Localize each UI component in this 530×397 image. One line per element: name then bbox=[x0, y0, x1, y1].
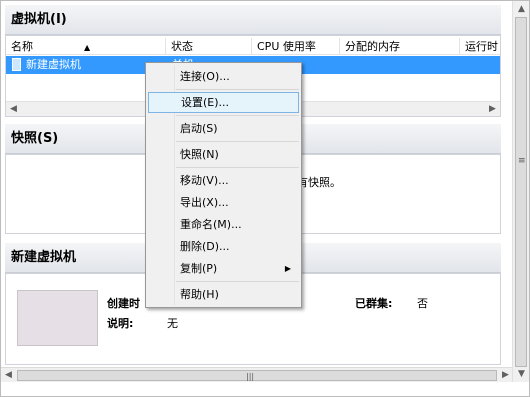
column-name-label: 名称 bbox=[11, 40, 33, 53]
menu-separator bbox=[176, 89, 299, 90]
column-name-header[interactable]: 名称 ▲ bbox=[6, 38, 166, 55]
arrow-right-icon[interactable]: ▶ bbox=[498, 368, 513, 383]
grip-icon: ≡ bbox=[518, 156, 526, 166]
vscroll-thumb[interactable]: ≡ bbox=[515, 17, 527, 367]
pane-hscrollbar[interactable]: ◀ ||| ▶ bbox=[1, 367, 513, 382]
arrow-down-icon[interactable]: ▼ bbox=[513, 366, 530, 382]
menu-item-export[interactable]: 导出(X)... bbox=[148, 192, 299, 213]
virtual-machine-icon bbox=[12, 58, 21, 71]
menu-separator bbox=[176, 141, 299, 142]
menu-item-settings[interactable]: 设置(E)... bbox=[148, 92, 299, 113]
menu-item-label: 连接(O)... bbox=[180, 70, 230, 83]
arrow-left-icon[interactable]: ◀ bbox=[1, 368, 16, 383]
menu-item-label: 复制(P) bbox=[180, 262, 218, 275]
column-uptime-label: 运行时 bbox=[465, 40, 498, 53]
menu-item-label: 重命名(M)... bbox=[180, 218, 242, 231]
menu-item-label: 删除(D)... bbox=[180, 240, 230, 253]
snapshot-section-title: 快照(S) bbox=[11, 131, 59, 146]
column-memory-header[interactable]: 分配的内存 bbox=[340, 38, 460, 55]
menu-item-label: 移动(V)... bbox=[180, 174, 229, 187]
menu-item-label: 导出(X)... bbox=[180, 196, 229, 209]
menu-separator bbox=[176, 115, 299, 116]
pane-vscrollbar[interactable]: ▲ ≡ ▼ bbox=[512, 1, 529, 382]
hyperv-manager-pane: 虚拟机(I) 名称 ▲ 状态 CPU 使用率 分配的内存 运行时 新建虚拟机 关… bbox=[0, 0, 530, 397]
created-label: 创建时 bbox=[107, 297, 140, 310]
arrow-left-icon[interactable]: ◀ bbox=[6, 102, 21, 117]
details-section-title: 新建虚拟机 bbox=[11, 250, 77, 265]
menu-item-start[interactable]: 启动(S) bbox=[148, 118, 299, 139]
context-menu: 连接(O)... 设置(E)... 启动(S) 快照(N) 移动(V)... 导… bbox=[145, 62, 302, 308]
menu-item-snapshot[interactable]: 快照(N) bbox=[148, 144, 299, 165]
menu-item-label: 快照(N) bbox=[180, 148, 219, 161]
vm-thumbnail[interactable] bbox=[17, 290, 98, 346]
hscroll-thumb[interactable]: ||| bbox=[17, 370, 497, 381]
menu-item-label: 启动(S) bbox=[180, 122, 218, 135]
column-memory-label: 分配的内存 bbox=[345, 40, 400, 53]
menu-item-label: 帮助(H) bbox=[180, 288, 219, 301]
menu-item-move[interactable]: 移动(V)... bbox=[148, 170, 299, 191]
notes-label: 说明: bbox=[107, 317, 134, 330]
clustered-value: 否 bbox=[417, 297, 428, 310]
menu-item-replicate[interactable]: 复制(P) ▶ bbox=[148, 258, 299, 279]
menu-item-delete[interactable]: 删除(D)... bbox=[148, 236, 299, 257]
vm-section-title: 虚拟机(I) bbox=[11, 12, 67, 27]
column-status-header[interactable]: 状态 bbox=[166, 38, 252, 55]
arrow-right-icon[interactable]: ▶ bbox=[485, 102, 500, 117]
vm-section-header: 虚拟机(I) bbox=[5, 5, 501, 35]
vm-list-column-header: 名称 ▲ 状态 CPU 使用率 分配的内存 运行时 bbox=[6, 38, 500, 55]
menu-item-rename[interactable]: 重命名(M)... bbox=[148, 214, 299, 235]
snapshot-empty-text: 有快照。 bbox=[297, 176, 341, 189]
column-cpu-header[interactable]: CPU 使用率 bbox=[252, 38, 340, 55]
notes-value: 无 bbox=[167, 317, 178, 330]
menu-item-label: 设置(E)... bbox=[181, 96, 230, 109]
menu-separator bbox=[176, 281, 299, 282]
column-status-label: 状态 bbox=[171, 40, 193, 53]
column-uptime-header[interactable]: 运行时 bbox=[460, 38, 500, 55]
sort-ascending-icon: ▲ bbox=[84, 43, 91, 52]
menu-separator bbox=[176, 167, 299, 168]
arrow-up-icon[interactable]: ▲ bbox=[513, 1, 530, 17]
column-cpu-label: CPU 使用率 bbox=[257, 40, 316, 53]
grip-icon: ||| bbox=[246, 372, 255, 381]
clustered-label: 已群集: bbox=[355, 297, 393, 310]
menu-item-connect[interactable]: 连接(O)... bbox=[148, 66, 299, 87]
menu-item-help[interactable]: 帮助(H) bbox=[148, 284, 299, 305]
chevron-right-icon: ▶ bbox=[284, 264, 291, 273]
vm-name: 新建虚拟机 bbox=[26, 58, 81, 71]
